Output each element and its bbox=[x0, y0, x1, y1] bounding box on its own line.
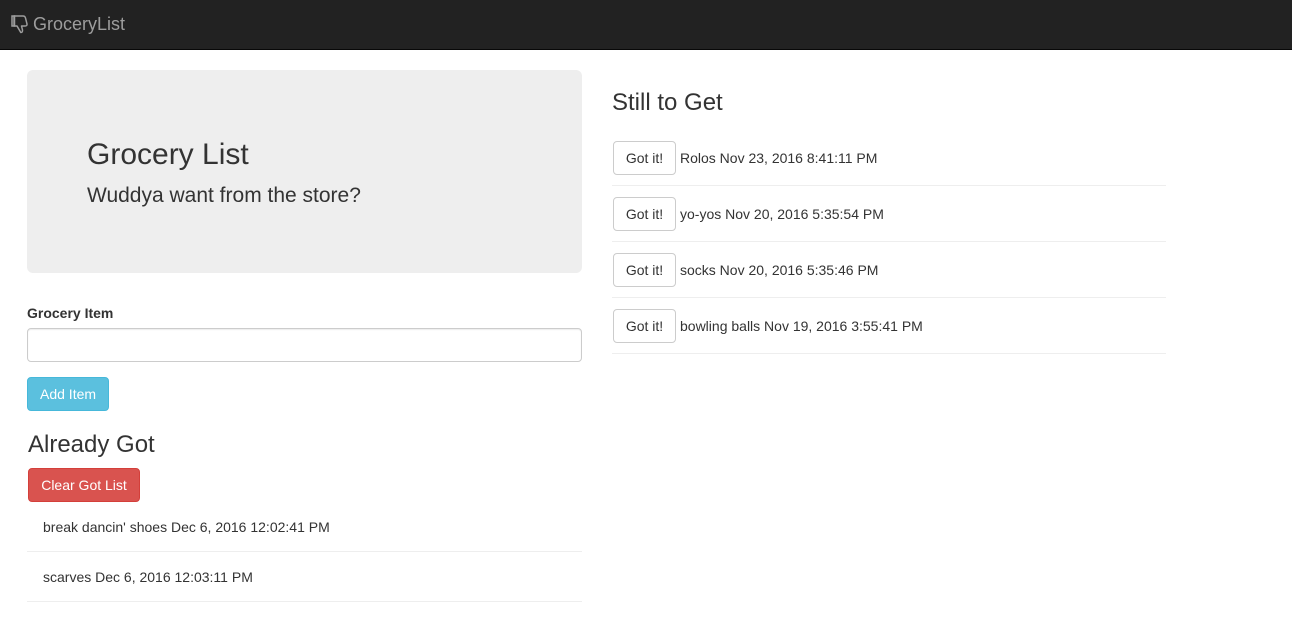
clear-got-list-button[interactable]: Clear Got List bbox=[28, 468, 140, 502]
got-it-button[interactable]: Got it! bbox=[613, 140, 676, 175]
list-item: Got it! bowling balls Nov 19, 2016 3:55:… bbox=[612, 298, 1166, 354]
item-text: bowling balls Nov 19, 2016 3:55:41 PM bbox=[680, 317, 923, 334]
page-subtitle: Wuddya want from the store? bbox=[87, 184, 361, 207]
got-it-button[interactable]: Got it! bbox=[613, 252, 676, 287]
already-got-list: break dancin' shoes Dec 6, 2016 12:02:41… bbox=[27, 502, 582, 602]
list-item: Got it! Rolos Nov 23, 2016 8:41:11 PM bbox=[612, 130, 1166, 186]
got-it-button[interactable]: Got it! bbox=[613, 308, 676, 343]
navbar: GroceryList bbox=[0, 0, 1292, 50]
grocery-item-input[interactable] bbox=[27, 328, 582, 362]
got-it-button[interactable]: Got it! bbox=[613, 196, 676, 231]
grocery-item-label: Grocery Item bbox=[27, 305, 114, 321]
item-text: socks Nov 20, 2016 5:35:46 PM bbox=[680, 261, 879, 278]
brand-label: GroceryList bbox=[33, 13, 126, 34]
jumbotron: Grocery List Wuddya want from the store? bbox=[27, 70, 582, 273]
still-to-get-list: Got it! Rolos Nov 23, 2016 8:41:11 PM Go… bbox=[612, 130, 1166, 354]
add-item-button[interactable]: Add Item bbox=[27, 377, 109, 411]
page-title: Grocery List bbox=[87, 138, 249, 171]
list-item: Got it! socks Nov 20, 2016 5:35:46 PM bbox=[612, 242, 1166, 298]
list-item: Got it! yo-yos Nov 20, 2016 5:35:54 PM bbox=[612, 186, 1166, 242]
brand-link[interactable]: GroceryList bbox=[11, 13, 125, 35]
already-got-title: Already Got bbox=[28, 431, 155, 458]
thumbs-down-icon bbox=[11, 14, 29, 34]
list-item: scarves Dec 6, 2016 12:03:11 PM bbox=[27, 552, 582, 602]
item-text: Rolos Nov 23, 2016 8:41:11 PM bbox=[680, 149, 878, 166]
item-text: yo-yos Nov 20, 2016 5:35:54 PM bbox=[680, 205, 884, 222]
still-to-get-title: Still to Get bbox=[612, 89, 723, 116]
list-item: break dancin' shoes Dec 6, 2016 12:02:41… bbox=[27, 502, 582, 552]
